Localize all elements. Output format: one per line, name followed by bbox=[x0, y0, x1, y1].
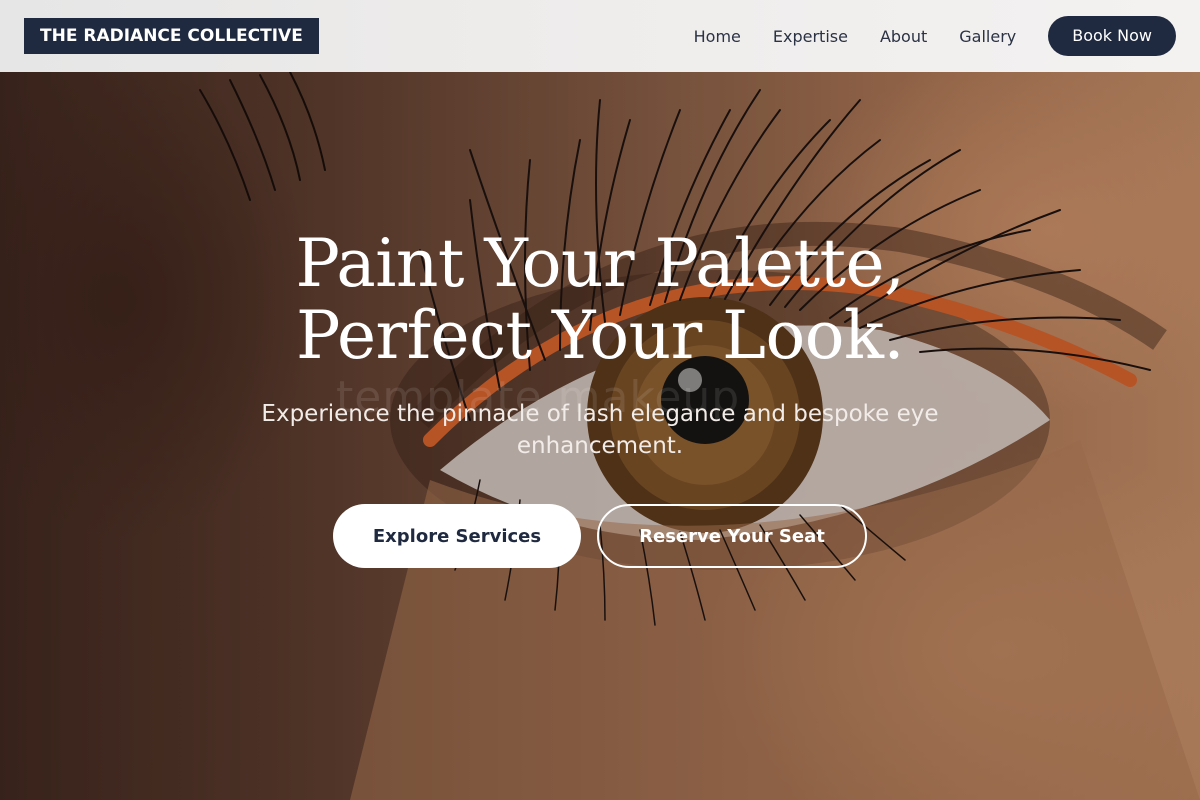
nav-link-expertise[interactable]: Expertise bbox=[773, 27, 848, 46]
site-header: THE RADIANCE COLLECTIVE Home Expertise A… bbox=[0, 0, 1200, 72]
landing-page: template makeup THE RADIANCE COLLECTIVE … bbox=[0, 0, 1200, 800]
hero-button-group: Explore Services Reserve Your Seat bbox=[0, 504, 1200, 568]
explore-services-button[interactable]: Explore Services bbox=[333, 504, 581, 568]
book-now-button[interactable]: Book Now bbox=[1048, 16, 1176, 56]
nav-link-gallery[interactable]: Gallery bbox=[959, 27, 1016, 46]
brand-logo[interactable]: THE RADIANCE COLLECTIVE bbox=[24, 18, 319, 54]
hero-subtitle: Experience the pinnacle of lash elegance… bbox=[261, 401, 939, 459]
nav-link-home[interactable]: Home bbox=[694, 27, 741, 46]
hero-title: Paint Your Palette, Perfect Your Look. bbox=[295, 225, 905, 374]
nav-link-about[interactable]: About bbox=[880, 27, 927, 46]
hero-section: Paint Your Palette, Perfect Your Look. E… bbox=[0, 228, 1200, 568]
reserve-seat-button[interactable]: Reserve Your Seat bbox=[597, 504, 867, 568]
main-nav: Home Expertise About Gallery Book Now bbox=[694, 16, 1176, 56]
